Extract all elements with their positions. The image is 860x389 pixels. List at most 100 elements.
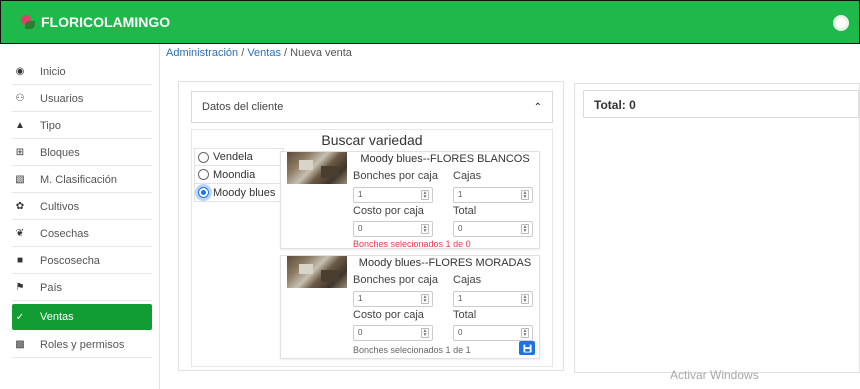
floppy-disk-icon xyxy=(522,343,532,353)
spinner-icon[interactable]: ▲ ▼ xyxy=(521,294,529,304)
variety-card-moradas: Moody blues--FLORES MORADAS Bonches por … xyxy=(280,255,540,359)
sidebar-item-label: Cultivos xyxy=(40,200,80,213)
variety-photo xyxy=(287,152,347,184)
sidebar-item-label: Cosechas xyxy=(40,227,89,240)
costo-label: Costo por caja xyxy=(353,309,424,321)
radio-button-checked[interactable] xyxy=(198,187,209,198)
sale-form-card: Datos del cliente ⌃ Buscar variedad Vend… xyxy=(178,81,564,371)
cajas-label: Cajas xyxy=(453,274,482,286)
costo-value: 0 xyxy=(358,224,363,233)
variety-search-panel: Buscar variedad Vendela Moondia Moody bl… xyxy=(191,129,553,367)
flask-icon: ▲ xyxy=(15,120,25,131)
user-avatar[interactable] xyxy=(833,15,849,31)
total-value: 0 xyxy=(458,224,463,233)
cajas-value: 1 xyxy=(458,190,463,199)
breadcrumb-separator: / xyxy=(241,47,245,59)
sidebar-item-label: País xyxy=(40,281,63,294)
bonches-status: Bonches selecionados 1 de 1 xyxy=(353,345,471,355)
variety-option-moondia[interactable]: Moondia xyxy=(194,166,284,184)
cajas-value: 1 xyxy=(458,294,463,303)
radio-button[interactable] xyxy=(198,169,209,180)
sidebar-item-roles[interactable]: ▩ Roles y permisos xyxy=(12,332,152,358)
breadcrumb: Administración / Ventas / Nueva venta xyxy=(166,47,352,59)
variety-photo xyxy=(287,256,347,288)
variety-option-vendela[interactable]: Vendela xyxy=(194,148,284,166)
spinner-icon[interactable]: ▲ ▼ xyxy=(521,328,529,338)
seedling-icon: ✿ xyxy=(15,201,25,212)
sidebar-item-label: Poscosecha xyxy=(40,254,100,267)
truck-icon: ■ xyxy=(16,255,24,266)
sidebar-item-cosechas[interactable]: ❦ Cosechas xyxy=(12,221,152,247)
breadcrumb-administracion[interactable]: Administración xyxy=(166,47,238,59)
variety-option-moody-blues[interactable]: Moody blues xyxy=(194,184,284,202)
costo-value: 0 xyxy=(358,328,363,337)
sidebar-item-tipo[interactable]: ▲ Tipo xyxy=(12,113,152,139)
sidebar-item-ventas[interactable]: ✓ Ventas xyxy=(12,304,152,330)
brand[interactable]: FLORICOLAMINGO xyxy=(19,14,170,30)
cajas-input[interactable]: 1 ▲ ▼ xyxy=(453,187,533,203)
spinner-icon[interactable]: ▲ ▼ xyxy=(421,328,429,338)
spinner-icon[interactable]: ▲ ▼ xyxy=(421,224,429,234)
variety-card-blancos: Moody blues--FLORES BLANCOS Bonches por … xyxy=(280,151,540,249)
bonches-label: Bonches por caja xyxy=(353,274,438,286)
app-title: FLORICOLAMINGO xyxy=(41,14,171,30)
sidebar-item-cultivos[interactable]: ✿ Cultivos xyxy=(12,194,152,220)
client-data-accordion[interactable]: Datos del cliente ⌃ xyxy=(191,91,553,123)
total-input[interactable]: 0 ▲ ▼ xyxy=(453,325,533,341)
variety-option-label: Moondia xyxy=(213,168,256,181)
sidebar-item-clasificacion[interactable]: ▧ M. Clasificación xyxy=(12,167,152,193)
bonches-input[interactable]: 1 ▲ ▼ xyxy=(353,291,433,307)
sidebar-item-label: Bloques xyxy=(40,146,80,159)
spinner-icon[interactable]: ▲ ▼ xyxy=(421,294,429,304)
costo-input[interactable]: 0 ▲ ▼ xyxy=(353,325,433,341)
variety-search-title: Buscar variedad xyxy=(321,132,423,148)
cajas-label: Cajas xyxy=(453,170,482,182)
sidebar-item-label: Usuarios xyxy=(40,92,84,105)
breadcrumb-current: Nueva venta xyxy=(290,47,352,59)
costo-label: Costo por caja xyxy=(353,205,424,217)
spinner-icon[interactable]: ▲ ▼ xyxy=(521,190,529,200)
variety-title: Moody blues--FLORES BLANCOS xyxy=(360,153,530,165)
lock-icon: ▩ xyxy=(15,339,25,350)
windows-activation-watermark: Activar Windows xyxy=(670,368,759,382)
total-input[interactable]: 0 ▲ ▼ xyxy=(453,221,533,237)
summary-card: Total: 0 xyxy=(574,83,860,373)
save-button[interactable] xyxy=(519,341,535,355)
leaf-icon: ❦ xyxy=(15,228,25,239)
bonches-value: 1 xyxy=(358,294,363,303)
bonches-label: Bonches por caja xyxy=(353,170,438,182)
top-bar: FLORICOLAMINGO xyxy=(0,0,860,44)
variety-option-label: Vendela xyxy=(213,151,253,163)
spinner-icon[interactable]: ▲ ▼ xyxy=(521,224,529,234)
sidebar-item-label: Inicio xyxy=(40,65,66,78)
radio-button[interactable] xyxy=(198,151,209,163)
bonches-input[interactable]: 1 ▲ ▼ xyxy=(353,187,433,203)
variety-option-label: Moody blues xyxy=(213,186,276,199)
variety-title: Moody blues--FLORES MORADAS xyxy=(358,257,532,269)
sidebar-item-label: Roles y permisos xyxy=(40,338,125,351)
bonches-status: Bonches selecionados 1 de 0 xyxy=(353,239,471,249)
breadcrumb-separator: / xyxy=(284,47,288,59)
sidebar: ◉ Inicio ⚇ Usuarios ▲ Tipo ⊞ Bloques ▧ M… xyxy=(0,44,160,389)
spinner-icon[interactable]: ▲ ▼ xyxy=(421,190,429,200)
sidebar-item-bloques[interactable]: ⊞ Bloques xyxy=(12,140,152,166)
flower-logo-icon xyxy=(19,14,35,30)
sidebar-item-usuarios[interactable]: ⚇ Usuarios xyxy=(12,86,152,112)
total-value: 0 xyxy=(458,328,463,337)
chevron-up-icon[interactable]: ⌃ xyxy=(534,102,542,113)
flag-icon: ⚑ xyxy=(15,282,25,293)
variety-radio-list: Vendela Moondia Moody blues xyxy=(194,148,284,202)
total-label: Total xyxy=(453,309,477,321)
sidebar-item-inicio[interactable]: ◉ Inicio xyxy=(12,59,152,85)
grid-icon: ⊞ xyxy=(15,147,25,158)
classification-icon: ▧ xyxy=(15,174,25,185)
breadcrumb-ventas[interactable]: Ventas xyxy=(247,47,281,59)
costo-input[interactable]: 0 ▲ ▼ xyxy=(353,221,433,237)
sidebar-item-label: Tipo xyxy=(40,119,61,132)
cajas-input[interactable]: 1 ▲ ▼ xyxy=(453,291,533,307)
sidebar-item-label: Ventas xyxy=(40,311,74,323)
sidebar-item-pais[interactable]: ⚑ País xyxy=(12,275,152,301)
sidebar-item-poscosecha[interactable]: ■ Poscosecha xyxy=(12,248,152,274)
total-label: Total xyxy=(453,205,477,217)
users-icon: ⚇ xyxy=(15,93,25,104)
